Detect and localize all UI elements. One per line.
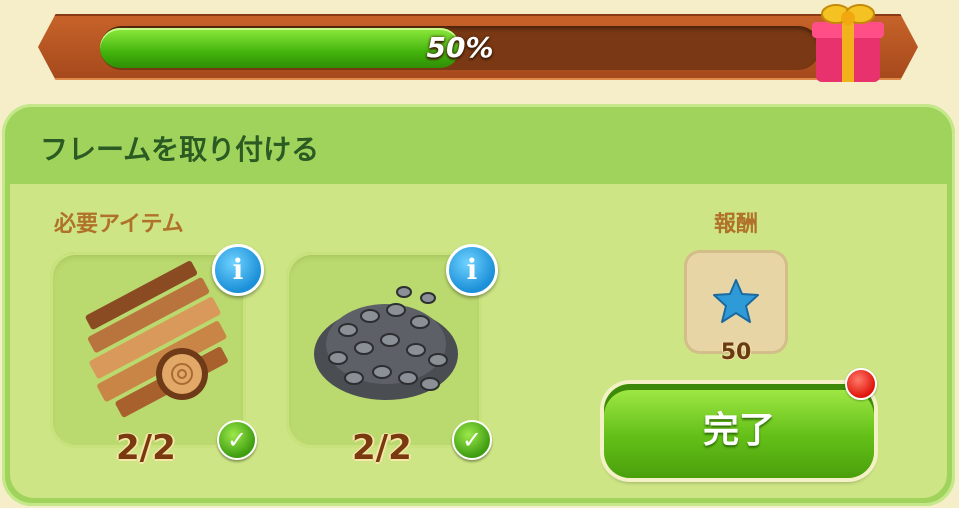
reward-slot [684,250,788,354]
reward-label: 報酬 [714,212,759,237]
info-button-screws[interactable]: i [446,244,498,296]
complete-button[interactable]: 完了 [604,384,874,478]
panel-header: フレームを取り付ける [2,104,955,184]
info-button-wood[interactable]: i [212,244,264,296]
notification-dot [845,368,877,400]
task-title: フレームを取り付ける [40,133,320,166]
blue-star-icon [713,279,759,323]
screws-icon [314,286,458,400]
item-count-screws: 2/2 [352,428,412,468]
gift-box-icon[interactable] [806,0,888,86]
check-icon: ✓ [217,420,257,460]
check-icon: ✓ [452,420,492,460]
reward-amount: 50 [720,340,752,365]
item-count-wood: 2/2 [116,428,176,468]
progress-percent: 50% [426,31,494,64]
required-items-label: 必要アイテム [54,212,184,237]
